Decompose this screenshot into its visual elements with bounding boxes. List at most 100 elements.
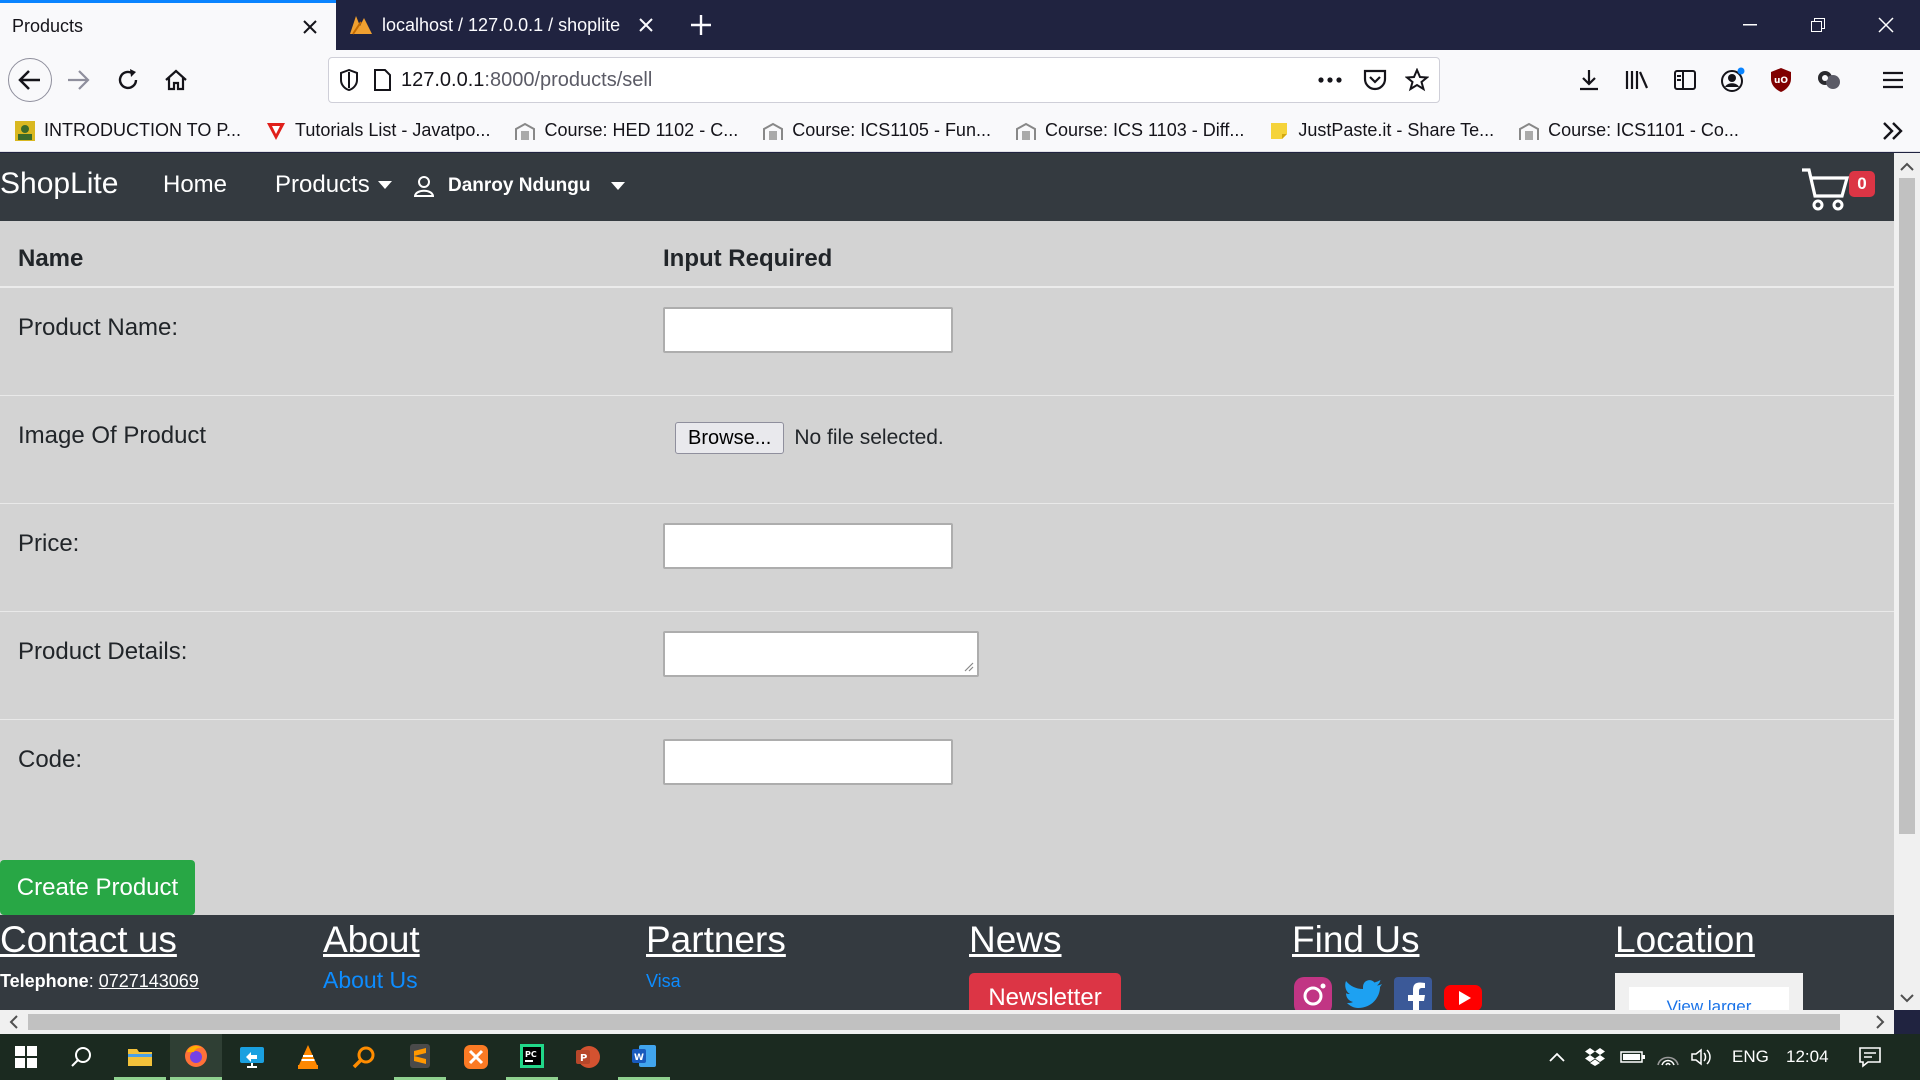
chevron-double-right-icon[interactable]	[1880, 118, 1906, 144]
telephone-link[interactable]: 0727143069	[99, 971, 199, 991]
library-icon[interactable]	[1622, 65, 1652, 95]
url-path: :8000/products/sell	[484, 68, 653, 91]
product-name-input[interactable]	[663, 307, 953, 353]
scroll-down-arrow-icon[interactable]	[1894, 988, 1920, 1008]
bookmark-item[interactable]: Course: ICS 1103 - Diff...	[1015, 120, 1244, 142]
product-details-textarea[interactable]	[663, 631, 979, 677]
footer-location-heading: Location	[1615, 919, 1755, 960]
close-tab-icon[interactable]	[296, 13, 324, 41]
pocket-icon[interactable]	[1363, 69, 1387, 91]
newsletter-button[interactable]: Newsletter	[969, 973, 1121, 1010]
dropbox-icon[interactable]	[1584, 1034, 1606, 1080]
table-row: Price:	[0, 504, 1894, 612]
home-icon[interactable]	[154, 58, 198, 102]
javatpoint-icon	[265, 120, 287, 142]
remote-desktop-icon[interactable]	[226, 1034, 278, 1080]
page-info-icon[interactable]	[373, 69, 391, 91]
close-window-icon[interactable]	[1852, 0, 1920, 50]
search-app-icon[interactable]	[338, 1034, 390, 1080]
ublock-origin-icon[interactable]: uO	[1766, 65, 1796, 95]
new-tab-icon[interactable]	[684, 8, 718, 42]
search-icon[interactable]	[56, 1034, 108, 1080]
resize-grip-icon[interactable]	[964, 662, 974, 672]
bookmark-item[interactable]: INTRODUCTION TO P...	[14, 120, 241, 142]
about-us-link[interactable]: About Us	[323, 967, 420, 994]
header-name: Name	[18, 245, 84, 272]
url-text[interactable]: 127.0.0.1:8000/products/sell	[401, 69, 652, 92]
image-file-input[interactable]: Browse... No file selected.	[675, 422, 944, 454]
tab-products[interactable]: Products	[0, 0, 336, 50]
visa-link[interactable]: Visa	[646, 971, 786, 992]
powerpoint-icon[interactable]: P	[562, 1034, 614, 1080]
youtube-icon[interactable]	[1442, 975, 1484, 1010]
bookmark-item[interactable]: Course: ICS1101 - Co...	[1518, 120, 1739, 142]
shopping-cart-icon[interactable]	[1800, 166, 1850, 212]
bookmark-label: INTRODUCTION TO P...	[44, 120, 242, 140]
hamburger-menu-icon[interactable]	[1878, 65, 1908, 95]
create-product-button[interactable]: Create Product	[0, 860, 195, 915]
language-indicator[interactable]: ENG	[1732, 1034, 1769, 1080]
table-row: Product Details:	[0, 612, 1894, 720]
brand-logo[interactable]: ShopLite	[0, 167, 118, 201]
code-input[interactable]	[663, 739, 953, 785]
file-explorer-icon[interactable]	[114, 1034, 166, 1080]
wifi-icon[interactable]	[1656, 1034, 1680, 1080]
user-name: Danroy Ndungu	[448, 175, 591, 196]
bookmarks-toolbar: INTRODUCTION TO P... Tutorials List - Ja…	[0, 110, 1920, 152]
site-navbar: ShopLite Home Products Danroy Ndungu 0	[0, 153, 1894, 221]
cart-count-badge: 0	[1849, 171, 1875, 197]
downloads-icon[interactable]	[1574, 65, 1604, 95]
word-icon[interactable]: W	[618, 1034, 670, 1080]
twitter-icon[interactable]	[1342, 975, 1384, 1010]
price-input[interactable]	[663, 523, 953, 569]
vlc-icon[interactable]	[282, 1034, 334, 1080]
show-hidden-icons-icon[interactable]	[1548, 1034, 1566, 1080]
horizontal-scroll-thumb[interactable]	[28, 1014, 1840, 1030]
pycharm-icon[interactable]: PC	[506, 1034, 558, 1080]
bookmark-label: Tutorials List - Javatpo...	[295, 120, 491, 140]
restore-window-icon[interactable]	[1784, 0, 1852, 50]
nav-products-dropdown[interactable]: Products	[275, 171, 392, 199]
notifications-icon[interactable]	[1858, 1034, 1882, 1080]
xampp-icon[interactable]	[450, 1034, 502, 1080]
nav-home-link[interactable]: Home	[163, 171, 227, 199]
reload-icon[interactable]	[106, 58, 150, 102]
browse-button[interactable]: Browse...	[675, 422, 785, 454]
windows-start-icon[interactable]	[0, 1034, 52, 1080]
forward-arrow-icon[interactable]	[56, 58, 100, 102]
extension-icon[interactable]	[1814, 65, 1844, 95]
bookmark-item[interactable]: Course: HED 1102 - C...	[514, 120, 738, 142]
tab-title: localhost / 127.0.0.1 / shoplite	[382, 14, 621, 35]
facebook-icon[interactable]	[1392, 975, 1434, 1010]
bookmark-item[interactable]: Course: ICS1105 - Fun...	[762, 120, 991, 142]
sidebar-icon[interactable]	[1670, 65, 1700, 95]
tab-phpmyadmin[interactable]: localhost / 127.0.0.1 / shoplite	[336, 0, 672, 50]
minimize-window-icon[interactable]	[1716, 0, 1784, 50]
url-bar[interactable]: 127.0.0.1:8000/products/sell	[328, 57, 1440, 103]
moodle-icon	[514, 120, 536, 142]
embedded-map[interactable]: View larger	[1615, 973, 1803, 1010]
back-arrow-icon[interactable]	[8, 58, 52, 102]
view-larger-map-link[interactable]: View larger	[1629, 987, 1789, 1010]
firefox-icon[interactable]	[170, 1034, 222, 1080]
page-actions-icon[interactable]	[1317, 70, 1343, 90]
instagram-icon[interactable]	[1292, 975, 1334, 1010]
bookmark-star-icon[interactable]	[1405, 68, 1429, 92]
bookmark-item[interactable]: JustPaste.it - Share Te...	[1268, 120, 1494, 142]
battery-icon[interactable]	[1620, 1034, 1646, 1080]
scroll-up-arrow-icon[interactable]	[1894, 157, 1920, 177]
bookmark-item[interactable]: Tutorials List - Javatpo...	[265, 120, 490, 142]
volume-icon[interactable]	[1690, 1034, 1714, 1080]
user-dropdown[interactable]: Danroy Ndungu	[414, 175, 625, 197]
account-icon[interactable]	[1718, 65, 1748, 95]
image-icon	[14, 120, 36, 142]
windows-taskbar: PC P W ENG 12:04	[0, 1034, 1920, 1080]
sublime-text-icon[interactable]	[394, 1034, 446, 1080]
close-tab-icon[interactable]	[632, 11, 660, 39]
system-clock[interactable]: 12:04	[1786, 1034, 1829, 1080]
footer-contact-heading: Contact us	[0, 919, 177, 960]
vertical-scroll-thumb[interactable]	[1899, 178, 1915, 834]
scroll-left-arrow-icon[interactable]	[4, 1010, 24, 1034]
tracking-shield-icon[interactable]	[339, 69, 359, 91]
scroll-right-arrow-icon[interactable]	[1870, 1010, 1890, 1034]
